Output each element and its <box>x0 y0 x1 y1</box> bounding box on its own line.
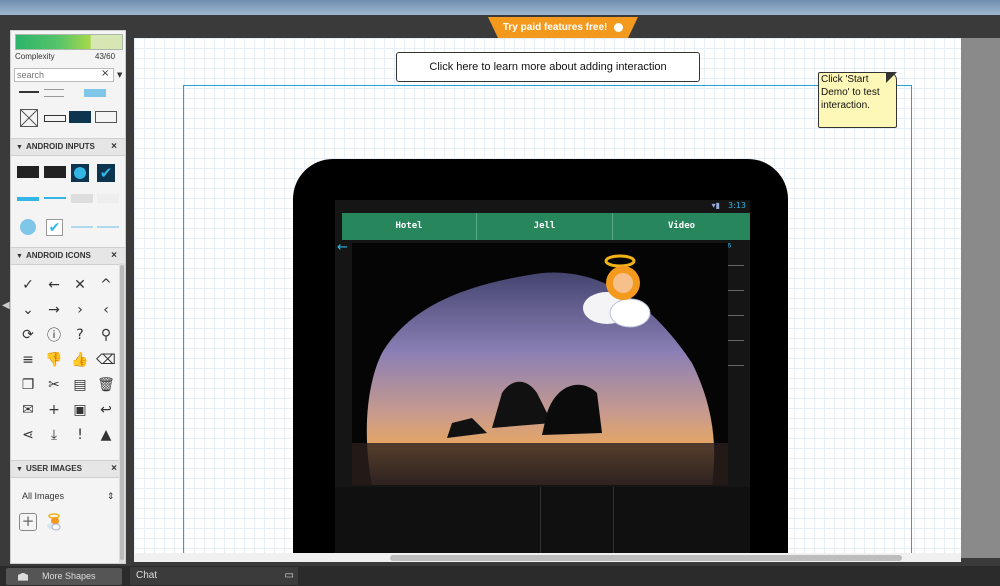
android-radio-light-icon[interactable] <box>20 219 36 235</box>
shape-search-input[interactable] <box>14 68 114 82</box>
section-user-images[interactable]: ▼ USER IMAGES × <box>11 460 125 478</box>
angel-thumbnail-icon[interactable] <box>45 513 63 531</box>
thumbs-down-icon[interactable]: 👎 <box>43 350 65 370</box>
wifi-battery-icon: ▾▮ <box>711 201 720 210</box>
more-shapes-button[interactable]: More Shapes <box>6 568 122 585</box>
add-icon[interactable]: + <box>43 400 65 420</box>
section-title: USER IMAGES <box>25 464 82 473</box>
tablet-tab-bar: Hotel Jell Video <box>342 213 750 240</box>
cave-sunset-image[interactable] <box>352 243 728 485</box>
android-progress-shape[interactable] <box>17 197 39 201</box>
tab-hotel[interactable]: Hotel <box>342 213 477 240</box>
android-slider-shape[interactable] <box>44 197 66 199</box>
section-title: ANDROID INPUTS <box>25 142 95 151</box>
collapse-sidebar-icon[interactable]: ◀ <box>2 300 10 311</box>
undo-icon[interactable]: ↩ <box>95 400 117 420</box>
close-section-icon[interactable]: × <box>111 139 117 155</box>
android-icon-grid: ✓ ← ✕ ^ ⌄ → › ‹ ⟳ ⓘ? ⚲ ≡ 👎 👍 ⌫ ❐ ✂ ▤ 🗑 ✉ + ▣ ↩ ⋖ ⤓! ▲ <box>17 275 121 445</box>
android-toggle-shape[interactable] <box>71 194 93 203</box>
info-icon[interactable]: ⓘ <box>43 325 65 345</box>
android-light-slider-shape[interactable] <box>71 226 93 228</box>
tablet-status-bar: 3:13 ▾▮ <box>335 200 750 212</box>
paste-icon[interactable]: ▤ <box>69 375 91 395</box>
cut-icon[interactable]: ✂ <box>43 375 65 395</box>
add-image-button[interactable]: + <box>19 513 37 531</box>
download-icon[interactable]: ⤓ <box>43 425 65 445</box>
image-placeholder-shape[interactable] <box>20 109 38 127</box>
collapse-icon: ▼ <box>16 253 23 260</box>
refresh-icon[interactable]: ⟳ <box>17 325 39 345</box>
dark-button-shape[interactable] <box>69 111 91 123</box>
canvas-gutter <box>961 38 1000 558</box>
close-section-icon[interactable]: × <box>111 248 117 264</box>
thumbs-up-icon[interactable]: 👍 <box>69 350 91 370</box>
android-light-input-shape[interactable] <box>97 194 119 203</box>
close-icon[interactable]: ✕ <box>69 275 91 295</box>
check-icon[interactable]: ✓ <box>17 275 39 295</box>
chat-maximize-icon[interactable]: ▭ <box>285 567 294 585</box>
chevron-up-icon[interactable]: ^ <box>95 275 117 295</box>
trash-icon[interactable]: 🗑 <box>95 375 117 395</box>
promo-label: Try paid features free! <box>502 22 608 33</box>
status-time: 3:13 <box>728 201 746 210</box>
help-icon[interactable]: ? <box>69 325 91 345</box>
section-title: ANDROID ICONS <box>25 251 91 260</box>
chevron-right-icon[interactable]: › <box>69 300 91 320</box>
arrow-right-icon[interactable]: → <box>43 300 65 320</box>
share-icon[interactable]: ⋖ <box>17 425 39 445</box>
collapse-icon: ▼ <box>16 466 23 473</box>
try-paid-features-button[interactable]: Try paid features free! <box>488 17 638 39</box>
chevron-left-icon[interactable]: ‹ <box>95 300 117 320</box>
outline-button-shape[interactable] <box>95 111 117 123</box>
double-line-shape[interactable] <box>44 89 64 97</box>
android-radio-dark-shape[interactable] <box>71 164 89 182</box>
backspace-icon[interactable]: ⌫ <box>95 350 117 370</box>
top-strip <box>0 0 1000 15</box>
tab-jell[interactable]: Jell <box>477 213 613 240</box>
android-checkbox-dark-icon[interactable]: ✔ <box>97 164 115 182</box>
sidebar-scrollbar[interactable] <box>120 265 124 560</box>
tab-video[interactable]: Video <box>613 213 750 240</box>
search-dropdown-icon[interactable]: ▼ <box>117 71 122 79</box>
more-shapes-label: More Shapes <box>42 571 96 581</box>
error-icon[interactable]: ! <box>69 425 91 445</box>
complexity-label: Complexity <box>15 52 55 61</box>
textbox-shape[interactable] <box>44 115 66 122</box>
android-checkbox-light-icon[interactable]: ✔ <box>46 219 63 236</box>
warning-icon[interactable]: ▲ <box>95 425 117 445</box>
dropdown-arrow-icon[interactable]: ⇕ <box>107 491 115 502</box>
tablet-list-dividers <box>728 265 744 390</box>
android-bar-shape[interactable] <box>84 89 106 97</box>
chevron-down-icon[interactable]: ⌄ <box>17 300 39 320</box>
android-textfield-shape[interactable] <box>17 166 39 178</box>
shapes-sidebar: Complexity 43/60 × ▼ ▼ANDROID INPUTS × ✔… <box>10 30 126 564</box>
section-android-inputs[interactable]: ▼ ANDROID INPUTS × <box>11 138 125 156</box>
settings-sliders-icon[interactable]: ≡ <box>17 350 39 370</box>
chat-panel-tab[interactable]: Chat ▭ <box>130 567 298 585</box>
complexity-value: 43/60 <box>95 52 116 61</box>
close-promo-icon[interactable] <box>614 22 624 32</box>
search-icon[interactable]: ⚲ <box>95 325 117 345</box>
canvas-horizontal-scrollbar[interactable] <box>390 555 902 561</box>
arrow-left-icon[interactable]: ← <box>43 275 65 295</box>
shapes-icon <box>18 572 28 581</box>
close-section-icon[interactable]: × <box>111 461 117 477</box>
android-dark-input-shape[interactable] <box>44 166 66 178</box>
image-icon[interactable]: ▣ <box>69 400 91 420</box>
back-arrow-icon[interactable]: ← <box>337 240 348 255</box>
user-images-dropdown[interactable]: All Images <box>22 491 64 501</box>
learn-interaction-button[interactable]: Click here to learn more about adding in… <box>396 52 700 82</box>
collapse-icon: ▼ <box>16 144 23 151</box>
search-clear-icon[interactable]: × <box>101 68 109 79</box>
line-shape[interactable] <box>19 91 39 93</box>
mail-icon[interactable]: ✉ <box>17 400 39 420</box>
sticky-fold-icon <box>886 72 897 83</box>
copy-icon[interactable]: ❐ <box>17 375 39 395</box>
android-light-slider-2-shape[interactable] <box>97 226 119 228</box>
complexity-meter <box>15 34 123 50</box>
placeholder-x-icon <box>20 109 38 127</box>
chat-label: Chat <box>136 570 158 581</box>
section-android-icons[interactable]: ▼ ANDROID ICONS × <box>11 247 125 265</box>
tablet-nav-area <box>335 487 750 555</box>
